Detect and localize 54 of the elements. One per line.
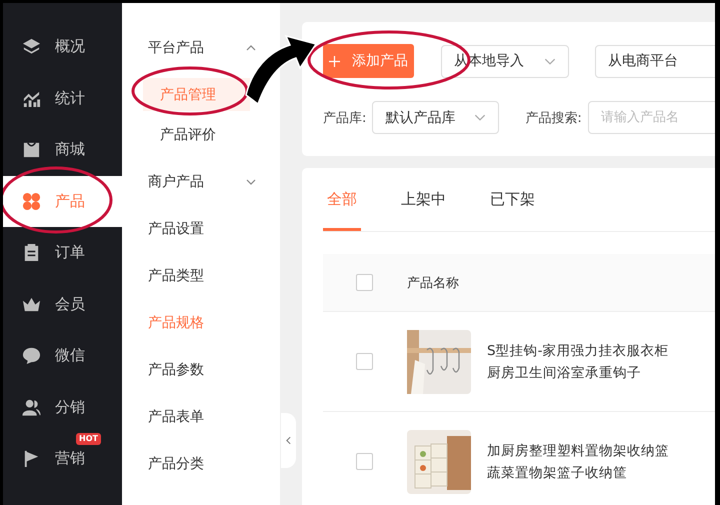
checkbox[interactable] xyxy=(356,453,373,470)
nav-label: 统计 xyxy=(55,88,85,108)
library-label: 产品库: xyxy=(323,110,366,126)
hot-badge: HOT xyxy=(76,433,101,445)
nav-label: 营销 xyxy=(55,449,85,468)
nav-item[interactable]: 订单 xyxy=(3,227,122,278)
clipboard-icon xyxy=(22,243,41,262)
nav-item[interactable]: 概况 xyxy=(3,21,122,72)
tab[interactable]: 已下架 xyxy=(486,168,539,231)
nav-label: 产品 xyxy=(55,192,85,211)
submenu-group[interactable]: 平台产品 xyxy=(122,24,280,71)
submenu-item[interactable]: 产品表单 xyxy=(122,393,280,440)
import-dropdown[interactable]: 从电商平台 xyxy=(595,44,715,78)
submenu-item[interactable]: 产品分类 xyxy=(122,440,280,487)
collapse-handle[interactable] xyxy=(281,413,296,468)
plus-icon xyxy=(329,56,340,66)
submenu-item[interactable]: 产品评价 xyxy=(143,118,250,151)
nav-item[interactable]: 会员 xyxy=(3,278,122,330)
column-header: 产品名称 xyxy=(407,274,459,292)
chevron-icon xyxy=(246,178,256,184)
nav-label: 分销 xyxy=(55,398,85,417)
nav-item[interactable]: HOT 营销 xyxy=(3,433,122,484)
product-photo xyxy=(407,430,471,494)
petals-icon xyxy=(22,192,41,211)
people-icon xyxy=(22,398,41,417)
nav-label: 订单 xyxy=(55,243,85,262)
library-select[interactable]: 默认产品库 xyxy=(372,101,500,134)
chevron-icon xyxy=(474,114,486,121)
bag-icon xyxy=(22,140,41,160)
checkbox[interactable] xyxy=(356,353,373,370)
search-label: 产品搜索: xyxy=(525,110,582,126)
flag-icon xyxy=(22,449,41,468)
nav-item[interactable]: 微信 xyxy=(3,330,122,382)
nav-item[interactable]: 分销 xyxy=(3,382,122,433)
search-field[interactable]: 请输入产品名 xyxy=(588,101,715,134)
nav-label: 商城 xyxy=(55,140,85,160)
chevron-icon xyxy=(246,44,256,50)
chevron-icon xyxy=(544,58,556,64)
nav-item[interactable]: 商城 xyxy=(3,124,122,176)
nav-label: 微信 xyxy=(55,346,85,366)
chat-icon xyxy=(22,346,41,366)
tab[interactable]: 上架中 xyxy=(397,168,450,231)
submenu-item[interactable]: 产品类型 xyxy=(122,252,280,299)
submenu-item[interactable]: 产品参数 xyxy=(122,346,280,393)
nav-item[interactable]: 统计 xyxy=(3,72,122,124)
nav-label: 概况 xyxy=(55,37,85,56)
layers-icon xyxy=(22,37,41,56)
nav-label: 会员 xyxy=(55,294,85,314)
product-name: 加厨房整理塑料置物架收纳篮蔬菜置物架篮子收纳筐 xyxy=(487,442,670,482)
submenu-group[interactable]: 商户产品 xyxy=(122,158,280,205)
product-photo xyxy=(407,330,471,394)
submenu-item[interactable]: 产品设置 xyxy=(122,205,280,252)
product-name: S型挂钩-家用强力挂衣服衣柜厨房卫生间浴室承重钩子 xyxy=(487,342,670,382)
checkbox[interactable] xyxy=(356,274,373,291)
